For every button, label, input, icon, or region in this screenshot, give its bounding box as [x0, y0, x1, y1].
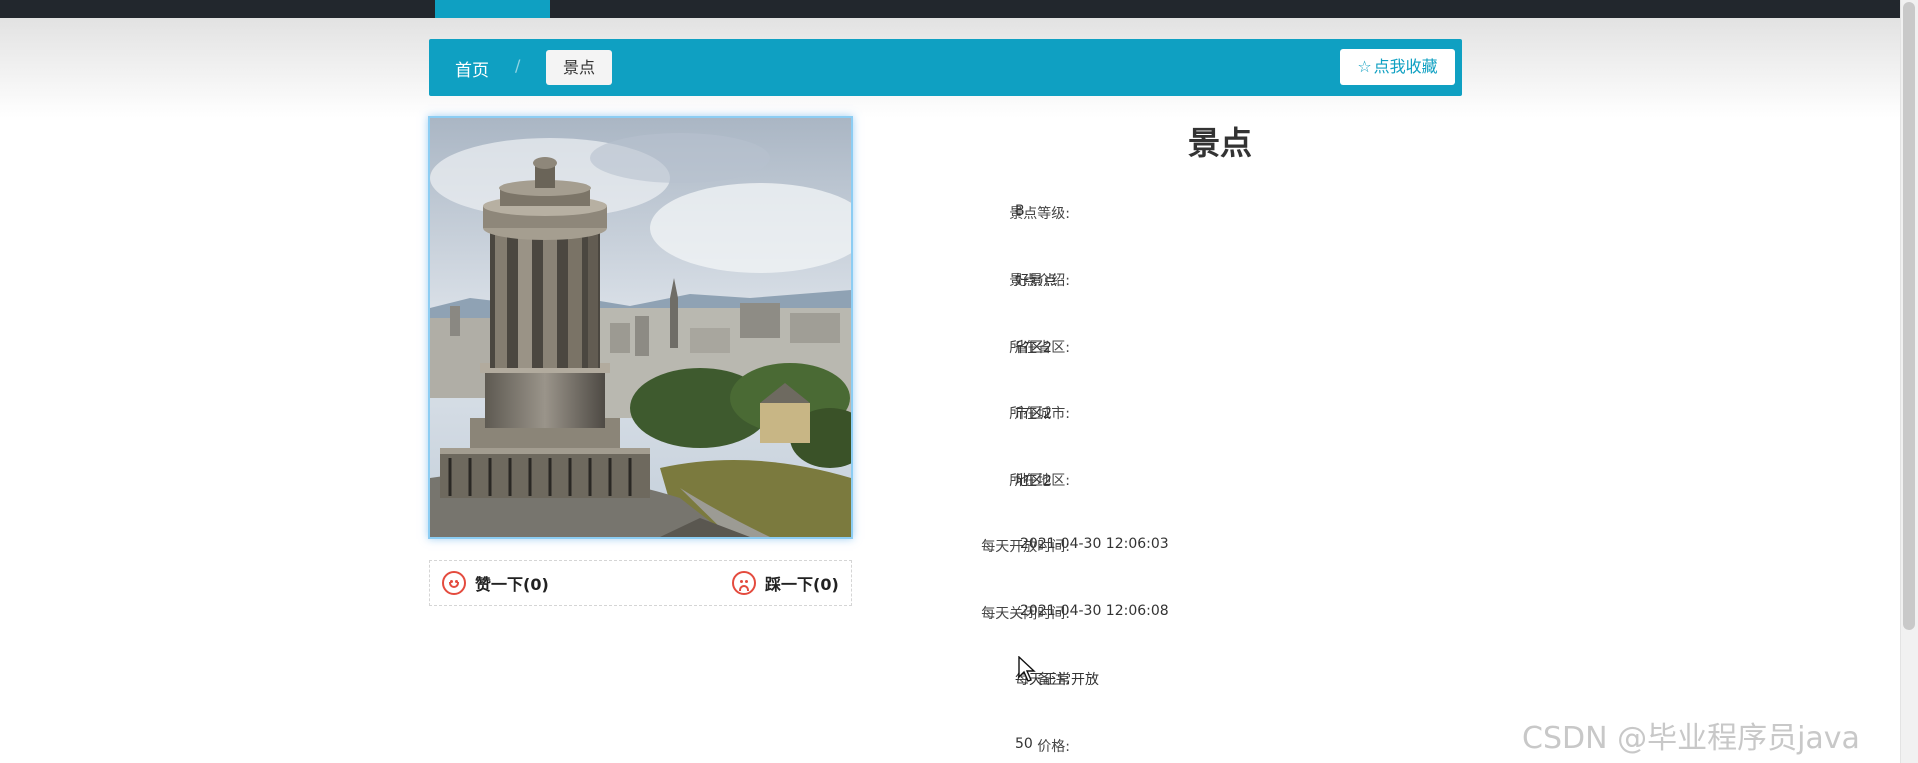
top-nav-active-tab[interactable]: [435, 0, 550, 18]
detail-value: B: [1015, 203, 1025, 219]
detail-value: 省区2: [1015, 340, 1052, 356]
frown-icon: [732, 571, 756, 595]
detail-row-city: 所在城市: 市区2: [870, 403, 1430, 427]
detail-row-level: 景点等级: B: [870, 203, 1430, 227]
monument-city-image: [430, 118, 851, 537]
dislike-button[interactable]: 踩一下(0): [732, 571, 839, 595]
detail-value: 市区2: [1015, 406, 1052, 422]
breadcrumb-home-link[interactable]: 首页: [455, 56, 489, 81]
detail-value: 50: [1015, 736, 1033, 752]
detail-row-district: 所在地区: 地区2: [870, 470, 1430, 494]
detail-value: 2021-04-30 12:06:03: [1020, 536, 1169, 552]
detail-row-price: 价格: 50: [870, 736, 1430, 760]
breadcrumb: 首页 / 景点 ☆ 点我收藏: [429, 39, 1462, 96]
scrollbar-thumb[interactable]: [1903, 2, 1915, 630]
detail-row-province: 所在省区: 省区2: [870, 337, 1430, 361]
detail-row-intro: 景点介绍: 好景点: [870, 270, 1430, 294]
attraction-photo: [428, 116, 853, 539]
dislike-label: 踩一下(0): [765, 575, 839, 594]
detail-row-open-time: 每天开放时间: 2021-04-30 12:06:03: [870, 536, 1430, 560]
detail-row-close-time: 每天关闭时间: 2021-04-30 12:06:08: [870, 603, 1430, 627]
watermark: CSDN @毕业程序员java: [1522, 721, 1860, 756]
favorite-button-label: 点我收藏: [1373, 57, 1438, 76]
like-button[interactable]: 赞一下(0): [442, 571, 549, 595]
smile-icon: [442, 571, 466, 595]
detail-value: 地区2: [1015, 473, 1052, 489]
breadcrumb-separator: /: [515, 56, 521, 75]
mouse-cursor-icon: [1018, 656, 1036, 682]
top-nav-bar: [0, 0, 1918, 18]
vote-bar: 赞一下(0) 踩一下(0): [429, 560, 852, 606]
favorite-button[interactable]: ☆ 点我收藏: [1340, 49, 1455, 85]
breadcrumb-current: 景点: [546, 50, 612, 85]
detail-value: 2021-04-30 12:06:08: [1020, 603, 1169, 619]
vertical-scrollbar[interactable]: [1900, 0, 1918, 763]
like-label: 赞一下(0): [475, 575, 549, 594]
detail-row-remark: 备注: 每天正常开放: [870, 669, 1430, 693]
detail-value: 好景点: [1015, 273, 1057, 289]
star-outline-icon: ☆: [1357, 57, 1372, 76]
page-title: 景点: [1187, 124, 1252, 162]
